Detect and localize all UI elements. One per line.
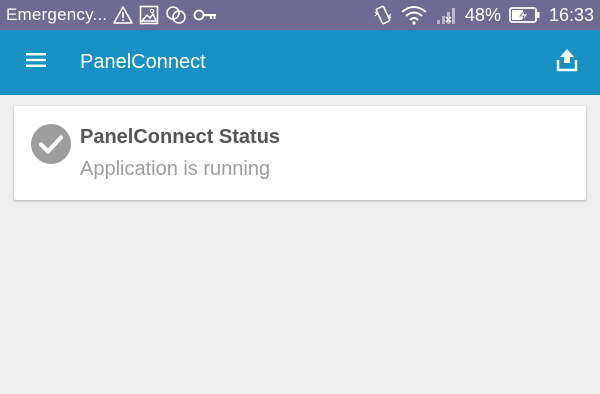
status-card-title: PanelConnect Status <box>80 126 281 148</box>
status-bar: Emergency... 48% 16:33 <box>0 0 600 30</box>
image-icon <box>139 0 159 30</box>
clock: 16:33 <box>548 4 594 25</box>
sync-icon <box>165 0 187 30</box>
upload-button[interactable] <box>544 30 590 95</box>
menu-icon <box>26 52 46 73</box>
key-icon <box>193 0 217 30</box>
battery-charging-icon <box>509 0 541 30</box>
status-card-subtitle: Application is running <box>80 158 271 180</box>
carrier-label: Emergency... <box>6 5 108 24</box>
status-bar-right: 48% 16:33 <box>373 0 594 30</box>
no-signal-icon <box>435 0 457 30</box>
status-bar-left: Emergency... <box>0 0 217 30</box>
warning-icon <box>113 0 134 30</box>
check-circle-icon <box>30 123 72 165</box>
upload-icon <box>556 48 578 77</box>
app-title: PanelConnect <box>80 51 206 73</box>
vibrate-icon <box>373 0 393 30</box>
status-card: PanelConnect Status Application is runni… <box>14 106 586 200</box>
menu-button[interactable] <box>0 30 72 95</box>
wifi-icon <box>401 0 427 30</box>
app-bar: PanelConnect <box>0 30 600 95</box>
battery-percent: 48% <box>464 4 501 25</box>
